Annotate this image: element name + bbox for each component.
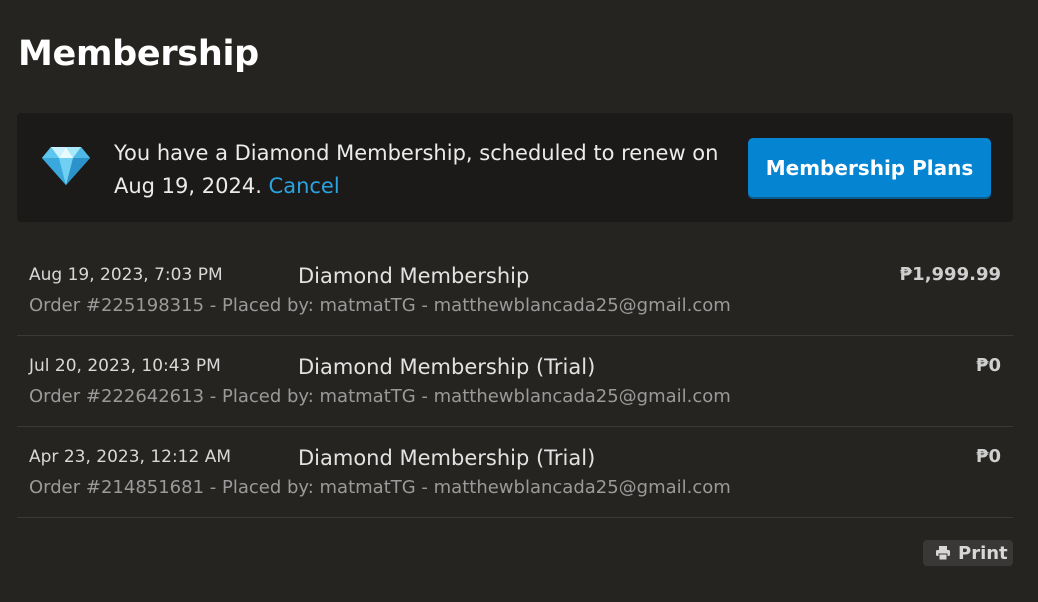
membership-plans-button[interactable]: Membership Plans [748,138,991,197]
membership-banner: You have a Diamond Membership, scheduled… [17,113,1013,222]
order-meta: Order #225198315 - Placed by: matmatTG -… [29,295,731,316]
order-product: Diamond Membership (Trial) [298,446,596,470]
order-meta: Order #214851681 - Placed by: matmatTG -… [29,477,731,498]
membership-page: Membership You have a Diamond Membership… [0,0,1038,602]
diamond-icon [42,147,90,185]
printer-icon [936,546,950,561]
order-price: ₱0 [975,446,1001,467]
membership-status-text: You have a Diamond Membership, scheduled… [114,137,724,203]
order-meta: Order #222642613 - Placed by: matmatTG -… [29,386,731,407]
order-product: Diamond Membership [298,264,530,288]
order-date: Apr 23, 2023, 12:12 AM [29,447,232,467]
order-price: ₱1,999.99 [899,264,1001,285]
order-row: Apr 23, 2023, 12:12 AM Diamond Membershi… [17,427,1013,518]
order-date: Jul 20, 2023, 10:43 PM [29,356,221,376]
cancel-link[interactable]: Cancel [269,174,340,198]
page-title: Membership [18,34,259,74]
print-label: Print [958,542,1008,564]
order-product: Diamond Membership (Trial) [298,355,596,379]
order-row: Aug 19, 2023, 7:03 PM Diamond Membership… [17,245,1013,336]
membership-status-message: You have a Diamond Membership, scheduled… [114,141,719,198]
order-price: ₱0 [975,355,1001,376]
order-date: Aug 19, 2023, 7:03 PM [29,265,223,285]
order-history-list: Aug 19, 2023, 7:03 PM Diamond Membership… [17,245,1013,518]
print-button[interactable]: Print [923,540,1013,566]
order-row: Jul 20, 2023, 10:43 PM Diamond Membershi… [17,336,1013,427]
